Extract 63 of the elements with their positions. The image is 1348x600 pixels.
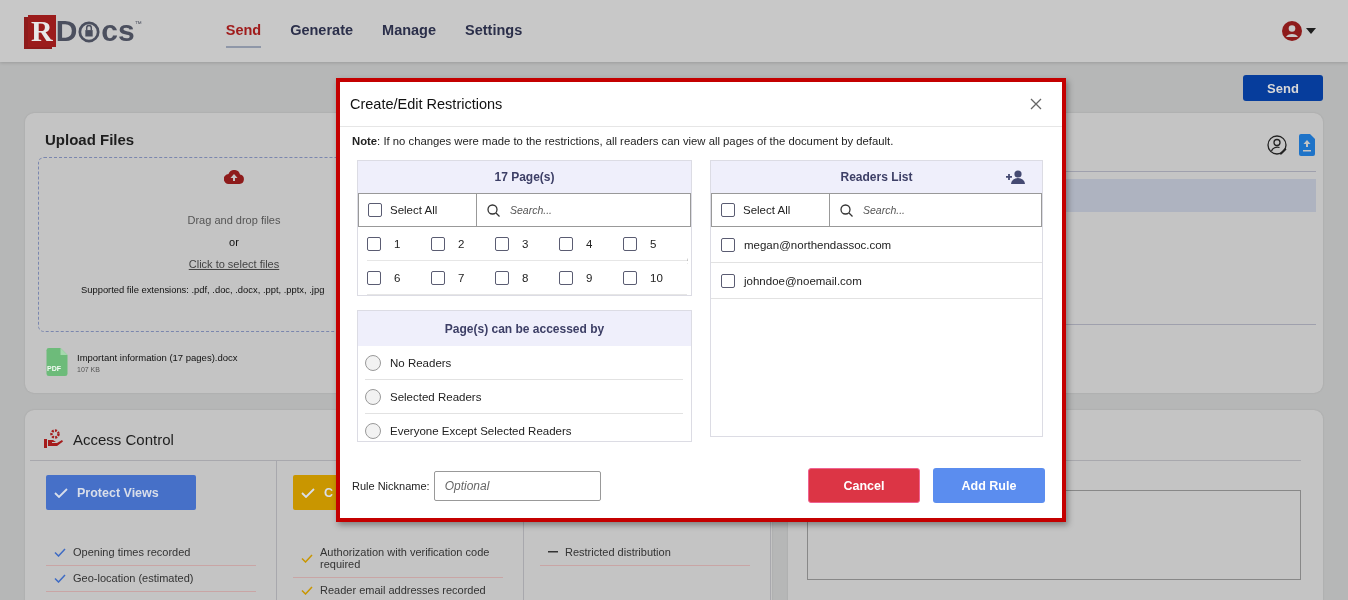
- check-icon: [301, 553, 313, 563]
- reader-checkbox[interactable]: megan@northendassoc.com: [711, 227, 1042, 263]
- page-checkbox[interactable]: 7: [431, 261, 495, 295]
- nav-tab[interactable]: Generate: [290, 14, 354, 48]
- nickname-field[interactable]: Optional: [433, 470, 601, 501]
- dialog-title: Create/Edit Restrictions: [350, 96, 503, 112]
- check-icon: [54, 487, 68, 498]
- cancel-button[interactable]: Cancel: [808, 468, 920, 503]
- search-icon: [840, 203, 853, 217]
- nav-tab[interactable]: Send: [225, 14, 262, 48]
- access-radio[interactable]: Everyone Except Selected Readers: [365, 414, 683, 447]
- upload-cloud-icon: [224, 170, 244, 184]
- logo: RD cs$^{™}$: [28, 14, 142, 48]
- panel-header: Page(s) can be accessed by: [358, 311, 691, 346]
- panel-header: Readers List: [840, 170, 913, 184]
- check-icon: [54, 547, 66, 557]
- field-label: Rule Nickname:: [352, 479, 430, 492]
- account-menu[interactable]: [1282, 21, 1316, 41]
- upload-file-icon[interactable]: [1299, 134, 1315, 156]
- page-checkbox[interactable]: 1: [367, 227, 431, 261]
- reader-checkbox[interactable]: johndoe@noemail.com: [711, 263, 1042, 299]
- hand-gear-icon: [44, 429, 64, 449]
- send-button[interactable]: Send: [1243, 75, 1323, 101]
- caret-icon[interactable]: [1306, 28, 1316, 34]
- close-icon[interactable]: [1030, 98, 1042, 110]
- select-files-link[interactable]: Click to select files: [188, 258, 280, 270]
- page-checkbox[interactable]: 8: [495, 261, 559, 295]
- add-user-icon[interactable]: [1006, 170, 1025, 184]
- feature-text: Authorization with verification code required: [320, 546, 491, 570]
- page-checkbox[interactable]: 4: [559, 227, 623, 261]
- file-name: Important information (17 pages).docx: [77, 351, 238, 363]
- page-checkbox[interactable]: 2: [431, 227, 495, 261]
- page-checkbox[interactable]: 3: [495, 227, 559, 261]
- feature-text: Reader email addresses recorded: [320, 584, 486, 596]
- feature-text: Opening times recorded: [73, 546, 191, 558]
- card-title: Upload Files: [45, 131, 135, 148]
- drop-hint: Drag and drop files: [187, 214, 281, 226]
- feature-text: Restricted distribution: [565, 546, 671, 558]
- note-text: Note: If no changes were made to the restrictions, all readers can view all pages of the document by default.: [352, 135, 895, 147]
- extensions-text: Supported file extensions: .pdf, .doc, .docx, .ppt, .pptx, .jpg: [81, 284, 325, 295]
- page-checkbox[interactable]: 5: [623, 227, 687, 261]
- check-icon: [301, 585, 313, 595]
- dash-icon: [548, 551, 558, 553]
- feature-text: Geo-location (estimated): [73, 572, 194, 584]
- search-field[interactable]: Search...: [861, 203, 985, 217]
- nav-tab[interactable]: Manage: [382, 14, 437, 48]
- plan-button[interactable]: Protect Views: [46, 475, 196, 510]
- page-checkbox[interactable]: 9: [559, 261, 623, 295]
- or-text: or: [229, 236, 239, 248]
- check-icon: [54, 573, 66, 583]
- panel-header: 17 Page(s): [358, 161, 691, 193]
- card-title: Access Control: [73, 430, 174, 448]
- access-radio[interactable]: No Readers: [365, 346, 683, 380]
- select-all-checkbox[interactable]: Select All: [359, 194, 477, 226]
- access-radio[interactable]: Selected Readers: [365, 380, 683, 414]
- search-icon: [487, 203, 500, 217]
- page-checkbox[interactable]: 6: [367, 261, 431, 295]
- page-checkbox[interactable]: 10: [623, 261, 687, 295]
- check-icon: [301, 487, 315, 498]
- user-edit-icon[interactable]: [1267, 135, 1287, 155]
- select-all-checkbox[interactable]: Select All: [712, 194, 830, 226]
- search-field[interactable]: Search...: [508, 203, 632, 217]
- nav-tab[interactable]: Settings: [465, 14, 523, 48]
